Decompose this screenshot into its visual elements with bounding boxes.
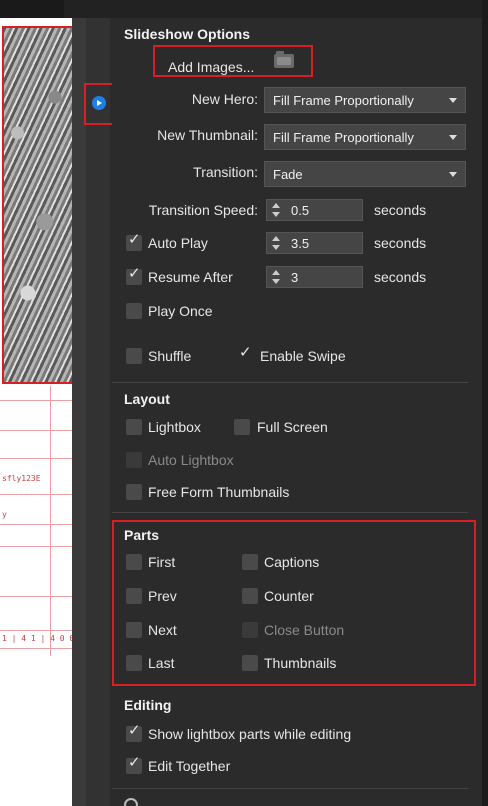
add-images-label: Add Images... [168,59,255,75]
resume-after-checkbox[interactable]: ✓ [126,264,142,285]
check-icon: ✓ [128,230,141,248]
slideshow-frame-outline [2,26,72,384]
transition-select[interactable]: Fade [264,161,466,187]
free-form-thumbnails-checkbox[interactable] [126,484,142,500]
auto-play-stepper[interactable]: 3.5 [266,232,363,254]
shuffle-checkbox[interactable] [126,348,142,364]
section-divider [112,512,468,513]
new-hero-select[interactable]: Fill Frame Proportionally [264,87,466,113]
slideshow-options-heading: Slideshow Options [124,26,251,42]
prev-checkbox[interactable] [126,588,142,604]
guide-line-vertical [50,386,51,656]
editing-heading: Editing [124,697,172,713]
enable-swipe-label: Enable Swipe [260,348,346,364]
parts-heading: Parts [124,527,160,543]
captions-checkbox[interactable] [242,554,258,570]
lightbox-checkbox[interactable] [126,419,142,435]
new-hero-value: Fill Frame Proportionally [273,93,414,108]
auto-lightbox-label: Auto Lightbox [148,452,234,468]
new-thumbnail-label: New Thumbnail: [157,127,258,143]
transition-value: Fade [273,167,303,182]
transition-label: Transition: [193,164,258,180]
chevron-down-icon [449,98,457,103]
layout-heading: Layout [124,391,170,407]
slideshow-options-panel: Slideshow Options Add Images... New Hero… [112,18,482,806]
help-icon[interactable] [124,798,138,806]
full-screen-checkbox[interactable] [234,419,250,435]
guide-line [0,430,72,431]
prev-label: Prev [148,588,177,604]
last-label: Last [148,655,175,671]
canvas-caption-text: sfly123E [2,474,41,483]
stepper-arrows-icon[interactable] [271,270,281,286]
canvas-top-bar [0,0,72,18]
new-thumbnail-select[interactable]: Fill Frame Proportionally [264,124,466,150]
auto-play-label: Auto Play [148,235,208,251]
close-button-label: Close Button [264,622,345,638]
section-divider [112,382,468,383]
folder-icon[interactable] [274,51,294,68]
play-once-label: Play Once [148,303,213,319]
guide-line [0,524,72,525]
panel-top-bar [64,0,488,18]
play-arrow-icon[interactable] [92,96,106,110]
resume-after-value: 3 [291,270,299,285]
close-button-checkbox[interactable] [242,622,258,638]
edit-together-checkbox[interactable]: ✓ [126,753,142,774]
guide-line [0,494,72,495]
first-checkbox[interactable] [126,554,142,570]
canvas-caption-text: 1 | 4 1 | 4 0 0 [2,634,72,643]
transition-speed-value: 0.5 [291,203,310,218]
section-divider [112,788,468,789]
thumbnails-label: Thumbnails [264,655,337,671]
panel-right-edge [482,0,488,806]
free-form-thumbnails-label: Free Form Thumbnails [148,484,290,500]
shuffle-label: Shuffle [148,348,192,364]
seconds-unit: seconds [374,202,427,218]
enable-swipe-checkbox[interactable]: ✓ [238,343,254,364]
check-icon: ✓ [128,721,141,739]
auto-play-checkbox[interactable]: ✓ [126,230,142,251]
play-once-checkbox[interactable] [126,303,142,319]
transition-speed-stepper[interactable]: 0.5 [266,199,363,221]
guide-line [0,648,72,649]
new-thumbnail-value: Fill Frame Proportionally [273,130,414,145]
guide-line [0,400,72,401]
chevron-down-icon [449,135,457,140]
new-hero-label: New Hero: [191,91,258,107]
stepper-arrows-icon[interactable] [271,203,281,219]
seconds-unit: seconds [374,269,427,285]
chevron-down-icon [449,172,457,177]
stepper-arrows-icon[interactable] [271,236,281,252]
auto-lightbox-checkbox[interactable] [126,452,142,468]
check-icon: ✓ [239,343,252,361]
counter-checkbox[interactable] [242,588,258,604]
canvas-caption-text: y [2,510,7,519]
show-lightbox-parts-label: Show lightbox parts while editing [148,726,352,742]
thumbnails-checkbox[interactable] [242,655,258,671]
guide-line [0,546,72,547]
guide-line [0,596,72,597]
guide-line [0,630,72,631]
next-checkbox[interactable] [126,622,142,638]
captions-label: Captions [264,554,320,570]
full-screen-label: Full Screen [257,419,328,435]
resume-after-label: Resume After [148,269,233,285]
next-label: Next [148,622,177,638]
transition-speed-label: Transition Speed: [148,202,258,218]
check-icon: ✓ [128,264,141,282]
first-label: First [148,554,176,570]
resume-after-stepper[interactable]: 3 [266,266,363,288]
auto-play-value: 3.5 [291,236,310,251]
show-lightbox-parts-checkbox[interactable]: ✓ [126,721,142,742]
guide-line [0,458,72,459]
last-checkbox[interactable] [126,655,142,671]
design-canvas[interactable]: sfly123E y 1 | 4 1 | 4 0 0 [0,0,72,806]
lightbox-label: Lightbox [148,419,201,435]
counter-label: Counter [264,588,314,604]
edit-together-label: Edit Together [148,758,231,774]
seconds-unit: seconds [374,235,427,251]
check-icon: ✓ [128,753,141,771]
